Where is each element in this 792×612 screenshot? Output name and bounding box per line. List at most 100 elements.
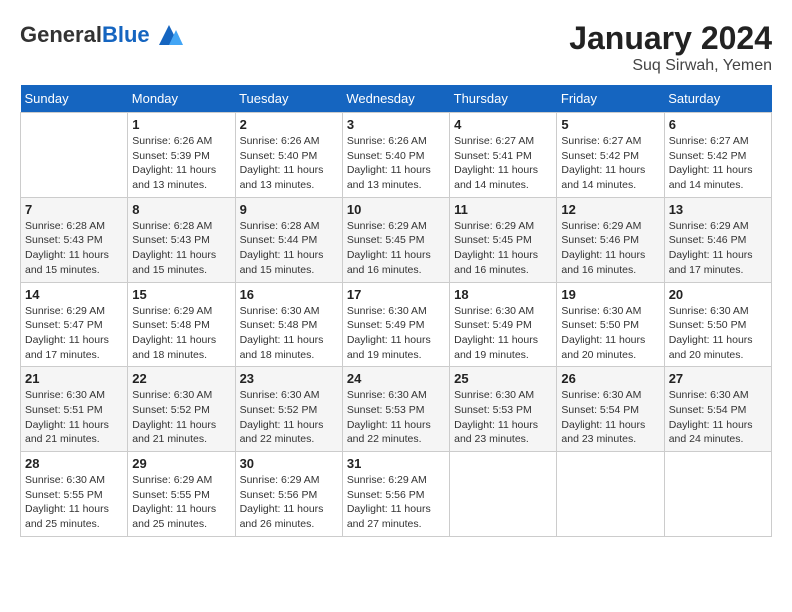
calendar-week-row: 28 Sunrise: 6:30 AMSunset: 5:55 PMDayligh… — [21, 452, 772, 537]
logo-icon — [154, 20, 184, 50]
day-info: Sunrise: 6:26 AMSunset: 5:39 PMDaylight:… — [132, 134, 230, 193]
day-number: 4 — [454, 117, 552, 132]
weekday-header-cell: Friday — [557, 85, 664, 113]
day-info: Sunrise: 6:30 AMSunset: 5:50 PMDaylight:… — [561, 304, 659, 363]
calendar-day-cell: 19 Sunrise: 6:30 AMSunset: 5:50 PMDayligh… — [557, 282, 664, 367]
calendar-day-cell: 21 Sunrise: 6:30 AMSunset: 5:51 PMDayligh… — [21, 367, 128, 452]
calendar-day-cell — [664, 452, 771, 537]
day-info: Sunrise: 6:27 AMSunset: 5:42 PMDaylight:… — [669, 134, 767, 193]
calendar-day-cell: 26 Sunrise: 6:30 AMSunset: 5:54 PMDayligh… — [557, 367, 664, 452]
calendar-week-row: 1 Sunrise: 6:26 AMSunset: 5:39 PMDaylight… — [21, 113, 772, 198]
calendar-day-cell: 7Sunrise: 6:28 AMSunset: 5:43 PMDaylight… — [21, 197, 128, 282]
day-number: 31 — [347, 456, 445, 471]
day-number: 21 — [25, 371, 123, 386]
calendar-day-cell: 28 Sunrise: 6:30 AMSunset: 5:55 PMDayligh… — [21, 452, 128, 537]
day-number: 9 — [240, 202, 338, 217]
weekday-header-cell: Wednesday — [342, 85, 449, 113]
day-number: 25 — [454, 371, 552, 386]
day-number: 28 — [25, 456, 123, 471]
calendar-day-cell: 20 Sunrise: 6:30 AMSunset: 5:50 PMDayligh… — [664, 282, 771, 367]
day-info: Sunrise: 6:29 AMSunset: 5:48 PMDaylight:… — [132, 304, 230, 363]
day-info: Sunrise: 6:30 AMSunset: 5:55 PMDaylight:… — [25, 473, 123, 532]
calendar-day-cell: 29 Sunrise: 6:29 AMSunset: 5:55 PMDayligh… — [128, 452, 235, 537]
calendar-day-cell: 25Sunrise: 6:30 AMSunset: 5:53 PMDayligh… — [450, 367, 557, 452]
calendar-day-cell: 2Sunrise: 6:26 AMSunset: 5:40 PMDaylight… — [235, 113, 342, 198]
weekday-header-cell: Monday — [128, 85, 235, 113]
day-number: 24 — [347, 371, 445, 386]
calendar-day-cell: 15 Sunrise: 6:29 AMSunset: 5:48 PMDayligh… — [128, 282, 235, 367]
calendar-table: SundayMondayTuesdayWednesdayThursdayFrid… — [20, 85, 772, 537]
day-info: Sunrise: 6:30 AMSunset: 5:48 PMDaylight:… — [240, 304, 338, 363]
day-number: 10 — [347, 202, 445, 217]
title-block: January 2024 Suq Sirwah, Yemen — [569, 20, 772, 75]
day-info: Sunrise: 6:30 AMSunset: 5:54 PMDaylight:… — [669, 388, 767, 447]
calendar-day-cell: 11 Sunrise: 6:29 AMSunset: 5:45 PMDayligh… — [450, 197, 557, 282]
day-number: 17 — [347, 287, 445, 302]
day-number: 15 — [132, 287, 230, 302]
day-number: 16 — [240, 287, 338, 302]
weekday-header-cell: Saturday — [664, 85, 771, 113]
weekday-header-cell: Thursday — [450, 85, 557, 113]
calendar-day-cell — [450, 452, 557, 537]
day-info: Sunrise: 6:30 AMSunset: 5:52 PMDaylight:… — [132, 388, 230, 447]
calendar-day-cell: 23Sunrise: 6:30 AMSunset: 5:52 PMDayligh… — [235, 367, 342, 452]
calendar-day-cell: 22 Sunrise: 6:30 AMSunset: 5:52 PMDayligh… — [128, 367, 235, 452]
calendar-day-cell: 12Sunrise: 6:29 AMSunset: 5:46 PMDayligh… — [557, 197, 664, 282]
day-info: Sunrise: 6:28 AMSunset: 5:44 PMDaylight:… — [240, 219, 338, 278]
calendar-day-cell: 5Sunrise: 6:27 AMSunset: 5:42 PMDaylight… — [557, 113, 664, 198]
weekday-header-cell: Sunday — [21, 85, 128, 113]
day-number: 13 — [669, 202, 767, 217]
calendar-day-cell: 10 Sunrise: 6:29 AMSunset: 5:45 PMDayligh… — [342, 197, 449, 282]
day-number: 7 — [25, 202, 123, 217]
day-number: 12 — [561, 202, 659, 217]
calendar-day-cell: 30 Sunrise: 6:29 AMSunset: 5:56 PMDayligh… — [235, 452, 342, 537]
day-number: 30 — [240, 456, 338, 471]
day-info: Sunrise: 6:29 AMSunset: 5:45 PMDaylight:… — [454, 219, 552, 278]
location-subtitle: Suq Sirwah, Yemen — [569, 57, 772, 75]
day-number: 18 — [454, 287, 552, 302]
day-number: 11 — [454, 202, 552, 217]
calendar-day-cell — [557, 452, 664, 537]
month-title: January 2024 — [569, 20, 772, 57]
calendar-day-cell: 1 Sunrise: 6:26 AMSunset: 5:39 PMDaylight… — [128, 113, 235, 198]
day-info: Sunrise: 6:29 AMSunset: 5:56 PMDaylight:… — [240, 473, 338, 532]
day-info: Sunrise: 6:27 AMSunset: 5:41 PMDaylight:… — [454, 134, 552, 193]
day-info: Sunrise: 6:29 AMSunset: 5:55 PMDaylight:… — [132, 473, 230, 532]
calendar-day-cell: 18 Sunrise: 6:30 AMSunset: 5:49 PMDayligh… — [450, 282, 557, 367]
calendar-day-cell: 17Sunrise: 6:30 AMSunset: 5:49 PMDayligh… — [342, 282, 449, 367]
day-info: Sunrise: 6:30 AMSunset: 5:52 PMDaylight:… — [240, 388, 338, 447]
day-number: 22 — [132, 371, 230, 386]
calendar-week-row: 7 Sunrise: 6:28 AMSunset: 5:43 PMDaylight… — [21, 197, 772, 282]
day-info: Sunrise: 6:29 AMSunset: 5:45 PMDaylight:… — [347, 219, 445, 278]
calendar-day-cell: 24Sunrise: 6:30 AMSunset: 5:53 PMDayligh… — [342, 367, 449, 452]
day-number: 8 — [132, 202, 230, 217]
calendar-week-row: 14Sunrise: 6:29 AMSunset: 5:47 PMDayligh… — [21, 282, 772, 367]
day-number: 1 — [132, 117, 230, 132]
day-number: 14 — [25, 287, 123, 302]
day-number: 2 — [240, 117, 338, 132]
logo-general: General — [20, 22, 102, 47]
calendar-day-cell: 13Sunrise: 6:29 AMSunset: 5:46 PMDayligh… — [664, 197, 771, 282]
day-info: Sunrise: 6:30 AMSunset: 5:51 PMDaylight:… — [25, 388, 123, 447]
day-number: 27 — [669, 371, 767, 386]
day-number: 20 — [669, 287, 767, 302]
calendar-week-row: 21 Sunrise: 6:30 AMSunset: 5:51 PMDayligh… — [21, 367, 772, 452]
day-info: Sunrise: 6:30 AMSunset: 5:54 PMDaylight:… — [561, 388, 659, 447]
day-info: Sunrise: 6:28 AMSunset: 5:43 PMDaylight:… — [132, 219, 230, 278]
calendar-day-cell: 4 Sunrise: 6:27 AMSunset: 5:41 PMDaylight… — [450, 113, 557, 198]
logo: GeneralBlue — [20, 20, 184, 50]
day-number: 26 — [561, 371, 659, 386]
weekday-header-row: SundayMondayTuesdayWednesdayThursdayFrid… — [21, 85, 772, 113]
calendar-body: 1 Sunrise: 6:26 AMSunset: 5:39 PMDaylight… — [21, 113, 772, 537]
weekday-header-cell: Tuesday — [235, 85, 342, 113]
calendar-day-cell: 31Sunrise: 6:29 AMSunset: 5:56 PMDayligh… — [342, 452, 449, 537]
day-number: 6 — [669, 117, 767, 132]
calendar-day-cell: 27 Sunrise: 6:30 AMSunset: 5:54 PMDayligh… — [664, 367, 771, 452]
calendar-day-cell: 3Sunrise: 6:26 AMSunset: 5:40 PMDaylight… — [342, 113, 449, 198]
day-info: Sunrise: 6:30 AMSunset: 5:49 PMDaylight:… — [454, 304, 552, 363]
day-number: 19 — [561, 287, 659, 302]
day-info: Sunrise: 6:30 AMSunset: 5:50 PMDaylight:… — [669, 304, 767, 363]
day-number: 29 — [132, 456, 230, 471]
calendar-day-cell: 14Sunrise: 6:29 AMSunset: 5:47 PMDayligh… — [21, 282, 128, 367]
day-number: 5 — [561, 117, 659, 132]
